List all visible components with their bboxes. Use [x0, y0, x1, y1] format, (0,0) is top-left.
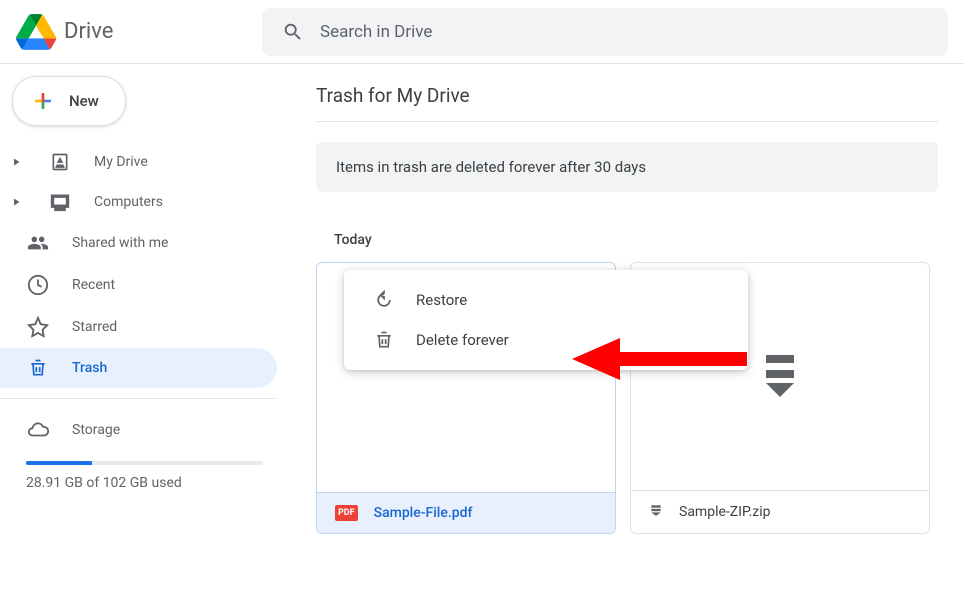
sidebar-item-label: Trash	[72, 360, 107, 376]
sidebar-item-label: Shared with me	[72, 235, 168, 251]
sidebar-item-shared[interactable]: Shared with me	[0, 222, 289, 264]
new-button[interactable]: New	[12, 76, 126, 126]
sidebar-item-label: Computers	[94, 194, 163, 210]
sidebar-item-label: My Drive	[94, 154, 148, 170]
expand-caret-icon[interactable]	[6, 156, 26, 168]
sidebar-item-starred[interactable]: Starred	[0, 306, 289, 348]
sidebar-item-label: Storage	[72, 422, 120, 438]
sidebar-item-my-drive[interactable]: My Drive	[0, 142, 289, 182]
search-placeholder: Search in Drive	[320, 22, 432, 42]
pdf-icon: PDF	[335, 505, 358, 521]
new-button-label: New	[69, 92, 99, 110]
storage-used-text: 28.91 GB of 102 GB used	[0, 471, 289, 495]
storage-bar	[26, 461, 263, 465]
sidebar: New My Drive Computers Shared with	[0, 64, 290, 600]
menu-item-restore[interactable]: Restore	[344, 280, 748, 320]
recent-icon	[26, 274, 50, 296]
trash-notice: Items in trash are deleted forever after…	[316, 142, 938, 192]
file-footer: Sample-ZIP.zip	[631, 490, 929, 533]
computers-icon	[48, 192, 72, 212]
star-icon	[26, 316, 50, 338]
sidebar-item-label: Recent	[72, 277, 115, 293]
cloud-icon	[26, 419, 50, 441]
zip-icon-line	[766, 370, 794, 378]
storage-bar-fill	[26, 461, 92, 465]
trash-icon	[26, 358, 50, 378]
sidebar-item-recent[interactable]: Recent	[0, 264, 289, 306]
zip-small-icon	[649, 503, 663, 521]
sidebar-item-storage[interactable]: Storage	[0, 409, 289, 451]
trash-icon	[374, 330, 394, 350]
drive-logo-icon	[16, 14, 56, 50]
file-grid: PDF Sample-File.pdf Sample-ZIP.zip	[316, 262, 938, 534]
file-footer: PDF Sample-File.pdf	[317, 492, 615, 533]
file-name: Sample-File.pdf	[374, 505, 473, 521]
main-container: New My Drive Computers Shared with	[0, 64, 964, 600]
file-name: Sample-ZIP.zip	[679, 504, 770, 520]
menu-item-label: Delete forever	[416, 331, 509, 349]
search-icon	[282, 21, 304, 43]
section-label: Today	[334, 232, 938, 248]
expand-caret-icon[interactable]	[6, 196, 26, 208]
my-drive-icon	[48, 152, 72, 172]
logo-section[interactable]: Drive	[16, 14, 262, 50]
sidebar-item-label: Starred	[72, 319, 117, 335]
page-title: Trash for My Drive	[316, 84, 938, 122]
sidebar-item-computers[interactable]: Computers	[0, 182, 289, 222]
sidebar-item-trash[interactable]: Trash	[0, 348, 277, 388]
app-name: Drive	[64, 19, 113, 44]
context-menu: Restore Delete forever	[344, 270, 748, 370]
plus-icon	[31, 89, 55, 113]
restore-icon	[374, 290, 394, 310]
search-bar[interactable]: Search in Drive	[262, 8, 948, 56]
app-header: Drive Search in Drive	[0, 0, 964, 64]
sidebar-divider	[0, 398, 275, 399]
menu-item-label: Restore	[416, 291, 467, 309]
content-area: Trash for My Drive Items in trash are de…	[290, 64, 964, 600]
zip-icon-line	[766, 355, 794, 363]
annotation-arrow-icon	[572, 334, 752, 384]
zip-icon-caret	[766, 382, 794, 398]
shared-icon	[26, 232, 50, 254]
